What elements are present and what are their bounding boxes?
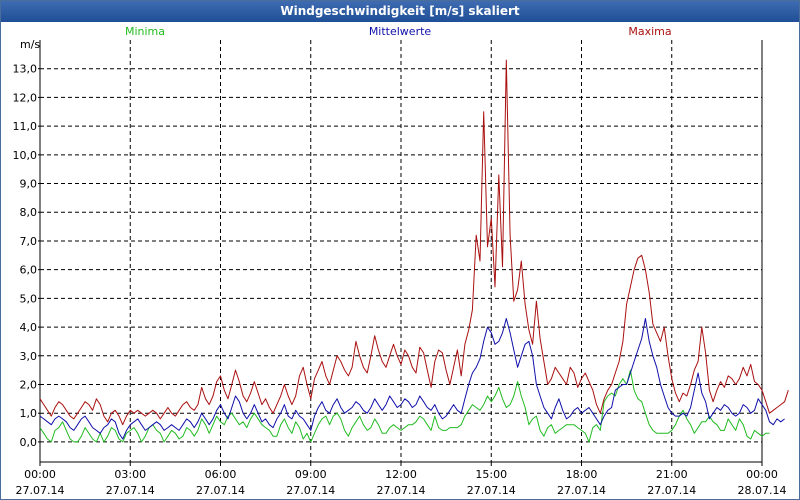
y-tick-label: 5,0 [20, 292, 38, 305]
x-tick-date: 27.07.14 [16, 484, 65, 497]
x-tick-time: 18:00 [566, 468, 598, 481]
x-tick-date: 28.07.14 [738, 484, 787, 497]
y-tick-label: 6,0 [20, 264, 38, 277]
y-axis-label: m/s [20, 38, 40, 51]
x-tick-date: 27.07.14 [557, 484, 606, 497]
x-tick-date: 27.07.14 [196, 484, 245, 497]
x-tick-time: 09:00 [295, 468, 327, 481]
y-tick-label: 9,0 [20, 178, 38, 191]
x-tick-time: 12:00 [385, 468, 417, 481]
y-tick-label: 11,0 [13, 120, 38, 133]
x-tick-date: 27.07.14 [467, 484, 516, 497]
y-tick-label: 0,0 [20, 436, 38, 449]
y-tick-label: 12,0 [13, 91, 38, 104]
y-tick-label: 3,0 [20, 350, 38, 363]
x-tick-time: 21:00 [656, 468, 688, 481]
y-tick-label: 7,0 [20, 235, 38, 248]
legend: Minima Mittelwerte Maxima [125, 25, 672, 38]
legend-label-maxima: Maxima [628, 25, 671, 38]
x-tick-time: 03:00 [114, 468, 146, 481]
series-line-mittelwerte [39, 318, 785, 440]
x-tick-date: 27.07.14 [286, 484, 335, 497]
y-tick-label: 2,0 [20, 378, 38, 391]
axes [38, 40, 763, 466]
grid-lines [40, 40, 762, 462]
y-tick-label: 8,0 [20, 206, 38, 219]
chart-canvas: 0,0 1,0 2,0 3,0 4,0 5,0 6,0 7,0 8,0 9,0 10,0 11,0 12… [13, 25, 789, 497]
y-tick-labels: 0,0 1,0 2,0 3,0 4,0 5,0 6,0 7,0 8,0 9,0 10,0 11,0 12… [13, 63, 38, 449]
x-tick-time: 00:00 [24, 468, 56, 481]
x-tick-date: 27.07.14 [647, 484, 696, 497]
x-tick-date: 27.07.14 [106, 484, 155, 497]
x-tick-labels: 00:00 27.07.14 03:00 27.07.14 06:00 27.07.14 0… [16, 468, 787, 497]
series-line-maxima [39, 59, 789, 426]
x-tick-time: 15:00 [475, 468, 507, 481]
x-tick-time: 00:00 [746, 468, 778, 481]
y-tick-label: 4,0 [20, 321, 38, 334]
legend-label-minima: Minima [125, 25, 165, 38]
legend-label-mittelwerte: Mittelwerte [369, 25, 432, 38]
y-tick-label: 1,0 [20, 407, 38, 420]
y-tick-label: 13,0 [13, 63, 38, 76]
x-tick-time: 06:00 [205, 468, 237, 481]
y-tick-label: 10,0 [13, 149, 38, 162]
x-tick-date: 27.07.14 [377, 484, 426, 497]
